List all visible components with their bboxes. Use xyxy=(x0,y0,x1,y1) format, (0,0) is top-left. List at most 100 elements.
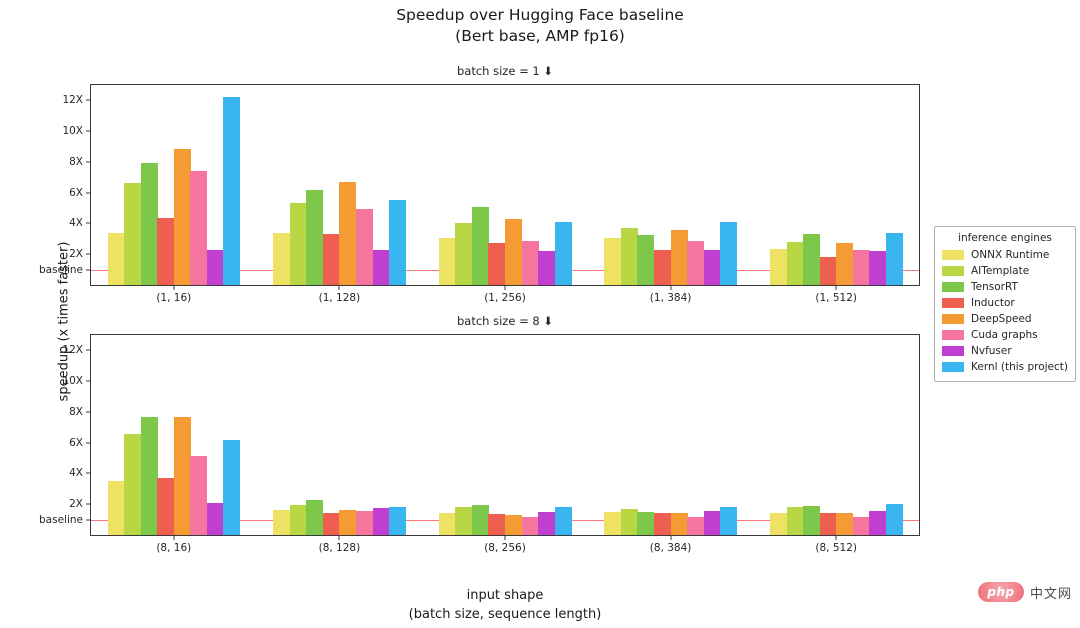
bar xyxy=(438,513,456,535)
bar xyxy=(223,96,241,285)
bar xyxy=(836,243,854,285)
y-tick-mark xyxy=(86,349,90,351)
bar xyxy=(173,148,191,285)
watermark-text: 中文网 xyxy=(1030,586,1073,602)
y-tick-mark xyxy=(86,269,90,271)
watermark: php 中文网 xyxy=(978,582,1072,602)
bar xyxy=(769,512,787,535)
x-tick-label: (1, 384) xyxy=(649,292,692,304)
legend-title: inference engines xyxy=(958,232,1052,244)
legend-entries: ONNX Runtime AITemplate TensorRT Inductor De… xyxy=(942,247,1068,375)
x-tick-mark xyxy=(670,286,672,290)
bar xyxy=(852,249,870,285)
legend-item-label: Inductor xyxy=(971,297,1015,309)
x-tick-mark xyxy=(835,536,837,540)
bar xyxy=(538,251,556,285)
legend-color-swatch xyxy=(942,314,964,324)
legend-item-1[interactable]: AITemplate xyxy=(942,263,1068,279)
bar xyxy=(637,235,655,285)
legend-color-swatch xyxy=(942,330,964,340)
y-tick-mark xyxy=(86,442,90,444)
legend-item-0[interactable]: ONNX Runtime xyxy=(942,247,1068,263)
legend-item-5[interactable]: Cuda graphs xyxy=(942,327,1068,343)
x-tick-label: (8, 512) xyxy=(815,542,857,554)
legend-item-7[interactable]: Kernl (this project) xyxy=(942,359,1068,375)
bar xyxy=(389,506,407,535)
x-tick-mark xyxy=(338,286,340,290)
bar xyxy=(107,232,125,285)
y-tick-mark xyxy=(86,99,90,101)
bar xyxy=(438,238,456,285)
bar xyxy=(803,505,821,535)
bar xyxy=(372,250,390,285)
bar xyxy=(786,507,804,535)
bar xyxy=(206,502,224,535)
x-tick-mark xyxy=(338,536,340,540)
bar xyxy=(190,171,208,285)
legend-item-3[interactable]: Inductor xyxy=(942,295,1068,311)
legend-item-2[interactable]: TensorRT xyxy=(942,279,1068,295)
bar xyxy=(273,510,291,535)
legend-color-swatch xyxy=(942,346,964,356)
legend-item-4[interactable]: DeepSpeed xyxy=(942,311,1068,327)
bar xyxy=(869,251,887,285)
bar xyxy=(803,234,821,285)
bar xyxy=(670,513,688,535)
y-tick-mark xyxy=(86,472,90,474)
bar xyxy=(554,221,572,285)
x-tick-mark xyxy=(504,536,506,540)
bar xyxy=(885,504,903,535)
bar xyxy=(124,434,142,535)
y-tick-label: 8X xyxy=(69,155,83,168)
bar xyxy=(687,241,705,285)
bar xyxy=(505,515,522,535)
legend-item-label: Cuda graphs xyxy=(971,329,1038,341)
bar xyxy=(157,218,175,285)
bar xyxy=(306,500,324,535)
x-tick-mark xyxy=(670,536,672,540)
legend-item-6[interactable]: Nvfuser xyxy=(942,343,1068,359)
page-title: Speedup over Hugging Face baseline (Bert… xyxy=(396,6,684,45)
legend-item-label: AITemplate xyxy=(971,265,1030,277)
bar xyxy=(389,200,407,285)
bar xyxy=(852,516,870,535)
x-tick-label: (1, 128) xyxy=(318,292,361,304)
bar xyxy=(554,506,572,535)
bar xyxy=(455,507,473,535)
legend-item-label: Nvfuser xyxy=(971,345,1012,357)
legend-item-label: TensorRT xyxy=(971,281,1018,293)
bar xyxy=(687,517,705,535)
bar xyxy=(819,512,837,535)
bar xyxy=(372,508,390,535)
bar xyxy=(538,511,556,535)
legend-color-swatch xyxy=(942,362,964,372)
x-tick-label: (8, 128) xyxy=(318,542,361,554)
bar xyxy=(521,516,539,535)
bar xyxy=(306,189,324,285)
bar xyxy=(339,181,357,285)
legend-color-swatch xyxy=(942,282,964,292)
x-tick-mark xyxy=(835,286,837,290)
y-tick-mark xyxy=(86,222,90,224)
bar xyxy=(339,509,357,535)
bar xyxy=(869,511,887,535)
legend-color-swatch xyxy=(942,250,964,260)
bar xyxy=(157,478,175,535)
bar xyxy=(322,512,340,535)
x-tick-mark xyxy=(504,286,506,290)
bar xyxy=(289,202,307,285)
x-tick-mark xyxy=(173,286,175,290)
php-logo: php xyxy=(978,582,1024,602)
subplot-title-batch-1: batch size = 1 ⬇ xyxy=(457,64,553,78)
bar xyxy=(471,206,489,285)
bar xyxy=(620,228,638,285)
bar xyxy=(604,511,622,535)
bar xyxy=(769,248,787,285)
y-tick-mark xyxy=(86,411,90,413)
x-tick-label: (1, 512) xyxy=(815,292,857,304)
bar xyxy=(273,233,291,285)
y-tick-mark xyxy=(86,130,90,132)
bar xyxy=(223,439,241,535)
x-tick-label: (1, 256) xyxy=(484,292,526,304)
bar xyxy=(355,208,373,285)
